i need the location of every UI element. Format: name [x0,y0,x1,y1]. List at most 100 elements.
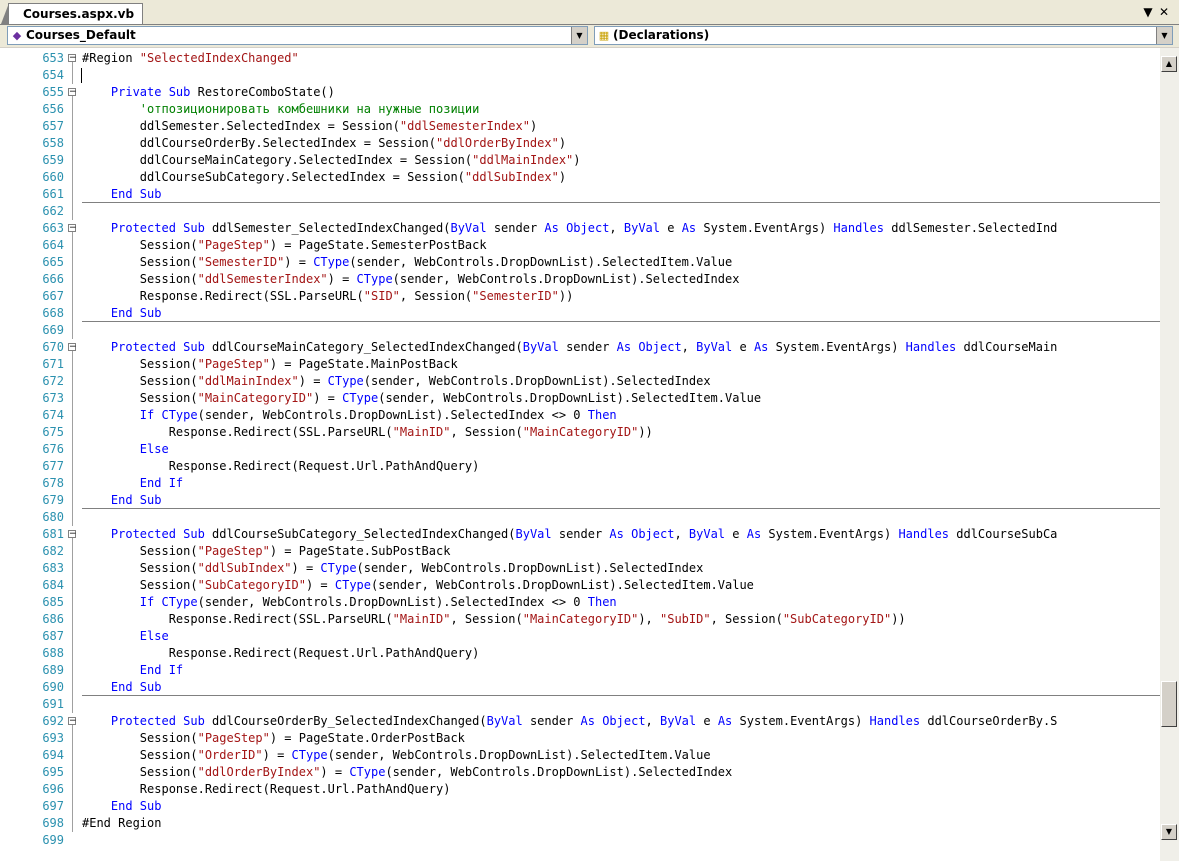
code-text: Response.Redirect(SSL.ParseURL("MainID",… [82,424,653,441]
chevron-down-icon[interactable]: ▼ [571,27,587,44]
code-line[interactable]: 670− Protected Sub ddlCourseMainCategory… [0,339,1160,356]
code-line[interactable]: 659 ddlCourseMainCategory.SelectedIndex … [0,152,1160,169]
code-line[interactable]: 661 End Sub [0,186,1160,203]
code-line[interactable]: 681− Protected Sub ddlCourseSubCategory_… [0,526,1160,543]
code-line[interactable]: 687 Else [0,628,1160,645]
code-line[interactable]: 667 Response.Redirect(SSL.ParseURL("SID"… [0,288,1160,305]
string-token: "MainID" [392,425,451,439]
code-line[interactable]: 675 Response.Redirect(SSL.ParseURL("Main… [0,424,1160,441]
code-editor[interactable]: 653− #Region "SelectedIndexChanged" 654 655… [0,48,1160,861]
collapse-region-icon[interactable]: − [68,530,77,539]
keyword-token: Handles [869,714,921,728]
code-text: Private Sub RestoreComboState() [82,84,335,101]
keyword-token: CType [334,578,371,592]
code-line[interactable]: 654 [0,67,1160,84]
collapse-region-icon[interactable]: − [68,54,77,63]
code-line[interactable]: 658 ddlCourseOrderBy.SelectedIndex = Ses… [0,135,1160,152]
outline-guide [72,492,73,509]
method-name-combo[interactable]: ▦ (Declarations) ▼ [594,26,1173,45]
outline-guide [72,67,73,84]
keyword-token: End If [139,476,184,490]
code-line[interactable]: 668 End Sub [0,305,1160,322]
code-line[interactable]: 653− #Region "SelectedIndexChanged" [0,50,1160,67]
code-line[interactable]: 695 Session("ddlOrderByIndex") = CType(s… [0,764,1160,781]
code-line[interactable]: 683 Session("ddlSubIndex") = CType(sende… [0,560,1160,577]
code-line[interactable]: 669 [0,322,1160,339]
scroll-up-button[interactable]: ▲ [1161,56,1177,72]
code-line[interactable]: 660 ddlCourseSubCategory.SelectedIndex =… [0,169,1160,186]
vertical-scrollbar[interactable]: ▲ ▼ [1160,48,1179,861]
code-line[interactable]: 682 Session("PageStep") = PageState.SubP… [0,543,1160,560]
line-number: 668 [42,306,64,320]
code-line[interactable]: 698 #End Region [0,815,1160,832]
code-token: , Session( [450,425,523,439]
code-line[interactable]: 656 'отпозиционировать комбешники на нуж… [0,101,1160,118]
code-line[interactable]: 664 Session("PageStep") = PageState.Seme… [0,237,1160,254]
code-line[interactable]: 680 [0,509,1160,526]
collapse-region-icon[interactable]: − [68,88,77,97]
code-line[interactable]: 672 Session("ddlMainIndex") = CType(send… [0,373,1160,390]
code-line[interactable]: 677 Response.Redirect(Request.Url.PathAn… [0,458,1160,475]
code-token: , [674,527,689,541]
keyword-token: ByVal [688,527,726,541]
chevron-down-icon[interactable]: ▼ [1156,27,1172,44]
code-line[interactable]: 679 End Sub [0,492,1160,509]
code-line[interactable]: 693 Session("PageStep") = PageState.Orde… [0,730,1160,747]
scroll-down-button[interactable]: ▼ [1161,824,1177,840]
code-line[interactable]: 692− Protected Sub ddlCourseOrderBy_Sele… [0,713,1160,730]
code-text: Protected Sub ddlSemester_SelectedIndexC… [82,220,1057,237]
code-line[interactable]: 663− Protected Sub ddlSemester_SelectedI… [0,220,1160,237]
line-number: 667 [42,289,64,303]
code-line[interactable]: 655− Private Sub RestoreComboState() [0,84,1160,101]
code-token: ddlSemester.SelectedIndex = Session( [82,119,400,133]
code-line[interactable]: 678 End If [0,475,1160,492]
code-line[interactable]: 685 If CType(sender, WebControls.DropDow… [0,594,1160,611]
outline-guide [72,373,73,390]
close-icon[interactable]: ✕ [1156,3,1172,21]
code-line[interactable]: 673 Session("MainCategoryID") = CType(se… [0,390,1160,407]
tab-courses-aspx-vb[interactable]: Courses.aspx.vb [0,3,144,24]
code-line[interactable]: 676 Else [0,441,1160,458]
outline-guide [72,475,73,492]
code-token: ) = [320,765,350,779]
code-text: Session("ddlSubIndex") = CType(sender, W… [82,560,704,577]
keyword-token: Handles [898,527,950,541]
code-token: , Session( [710,612,783,626]
code-line[interactable]: 699 [0,832,1160,849]
code-line[interactable]: 694 Session("OrderID") = CType(sender, W… [0,747,1160,764]
code-line[interactable]: 686 Response.Redirect(SSL.ParseURL("Main… [0,611,1160,628]
code-line[interactable]: 697 End Sub [0,798,1160,815]
code-line[interactable]: 662 [0,203,1160,220]
collapse-region-icon[interactable]: − [68,224,77,233]
outline-guide [72,798,73,815]
code-line[interactable]: 689 End If [0,662,1160,679]
line-number: 694 [42,748,64,762]
outline-guide [72,509,73,526]
line-number: 665 [42,255,64,269]
code-token: , [681,340,697,354]
code-line[interactable]: 684 Session("SubCategoryID") = CType(sen… [0,577,1160,594]
code-line[interactable]: 665 Session("SemesterID") = CType(sender… [0,254,1160,271]
class-name-combo[interactable]: ◆ Courses_Default ▼ [7,26,588,45]
scroll-thumb[interactable] [1161,681,1177,728]
code-line[interactable]: 691 [0,696,1160,713]
code-line[interactable]: 657 ddlSemester.SelectedIndex = Session(… [0,118,1160,135]
tab-list-dropdown-icon[interactable]: ▼ [1140,3,1156,21]
text-caret [81,68,82,83]
code-token: ), [638,612,660,626]
collapse-region-icon[interactable]: − [68,717,77,726]
code-line[interactable]: 666 Session("ddlSemesterIndex") = CType(… [0,271,1160,288]
keyword-token: Then [587,408,617,422]
collapse-region-icon[interactable]: − [68,343,77,352]
code-text: Protected Sub ddlCourseSubCategory_Selec… [82,526,1058,543]
code-line[interactable]: 688 Response.Redirect(Request.Url.PathAn… [0,645,1160,662]
code-line[interactable]: 696 Response.Redirect(Request.Url.PathAn… [0,781,1160,798]
code-line[interactable]: 690 End Sub [0,679,1160,696]
code-line[interactable]: 671 Session("PageStep") = PageState.Main… [0,356,1160,373]
string-token: "ddlMainIndex" [472,153,574,167]
code-token: (sender, WebControls.DropDownList).Selec… [197,595,588,609]
string-token: "SubID" [660,612,711,626]
code-line[interactable]: 674 If CType(sender, WebControls.DropDow… [0,407,1160,424]
